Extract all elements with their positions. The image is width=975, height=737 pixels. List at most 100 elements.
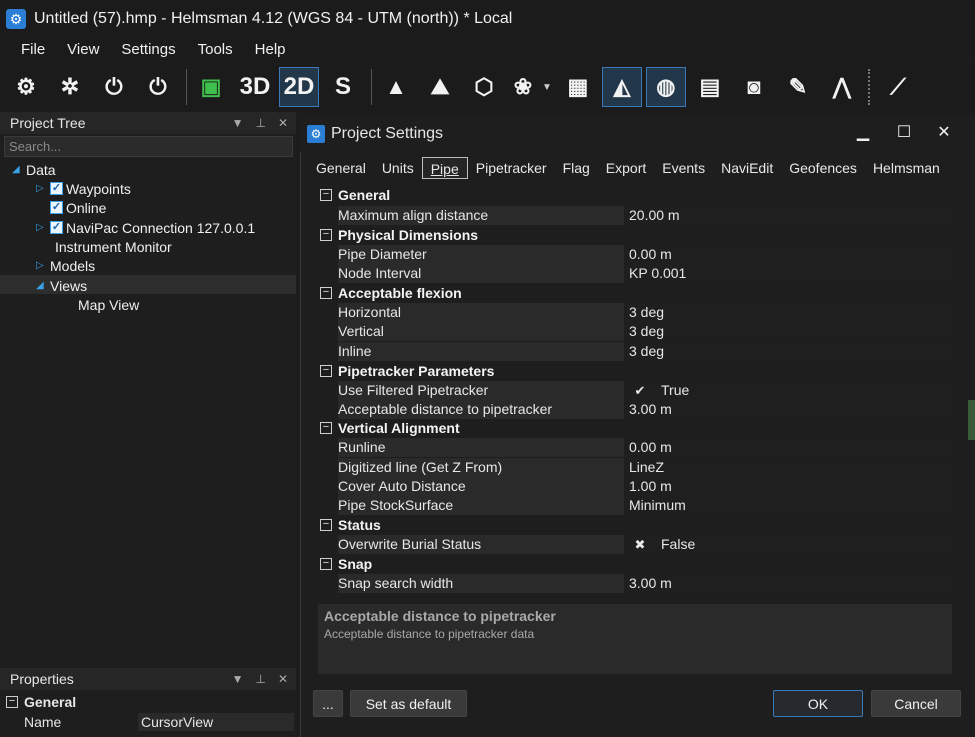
menu-help[interactable]: Help (244, 41, 297, 58)
save-icon[interactable]: ▣ (191, 67, 231, 107)
category-acceptable-flexion[interactable]: − Acceptable flexion (316, 283, 953, 302)
map-icon[interactable]: ▤ (690, 67, 730, 107)
menu-settings[interactable]: Settings (110, 41, 186, 58)
menu-file[interactable]: File (0, 41, 56, 58)
power-gear-icon[interactable]: ⏻ (94, 67, 134, 107)
tab-flag[interactable]: Flag (555, 157, 598, 179)
tab-general[interactable]: General (308, 157, 374, 179)
properties-category-general[interactable]: − General (6, 693, 76, 711)
north-arrow-icon[interactable]: ▲ (376, 67, 416, 107)
property-row[interactable]: Inline 3 deg (316, 342, 953, 361)
set-as-default-button[interactable]: Set as default (350, 690, 467, 717)
collapse-icon[interactable]: − (320, 188, 332, 201)
collapsed-arrow-icon[interactable]: ▷ (36, 183, 50, 194)
category-snap[interactable]: − Snap (316, 554, 953, 573)
menu-tools[interactable]: Tools (187, 41, 244, 58)
property-row[interactable]: Node Interval KP 0.001 (316, 264, 953, 283)
minimize-button[interactable]: ▁ (843, 116, 883, 148)
view-s-button[interactable]: S (323, 67, 363, 107)
dropdown-arrow-icon[interactable]: ▼ (542, 82, 552, 93)
settings-gear-icon[interactable]: ⚙ (6, 67, 46, 107)
pin-icon[interactable]: ⊥ (255, 116, 265, 130)
tree-node-data[interactable]: ◢ Data (12, 160, 56, 179)
view-3d-button[interactable]: 3D (235, 67, 275, 107)
search-input[interactable]: Search... (4, 136, 293, 157)
tree-node-views[interactable]: ◢ Views (36, 276, 87, 295)
tree-node-instrument-monitor[interactable]: Instrument Monitor (55, 237, 172, 256)
tree-node-navipac[interactable]: ▷ ✓ NaviPac Connection 127.0.0.1 (36, 218, 255, 237)
tab-units[interactable]: Units (374, 157, 422, 179)
close-icon[interactable]: ✕ (278, 672, 288, 686)
description-panel: Acceptable distance to pipetracker Accep… (318, 604, 952, 674)
close-button[interactable]: ✕ (924, 116, 964, 148)
property-row[interactable]: Runline 0.00 m (316, 438, 953, 457)
collapse-icon[interactable]: − (6, 696, 18, 708)
panel-menu-icon[interactable]: ▼ (232, 672, 244, 686)
collapse-icon[interactable]: − (320, 364, 332, 377)
tab-pipetracker[interactable]: Pipetracker (468, 157, 555, 179)
collapse-icon[interactable]: − (320, 518, 332, 531)
collapse-icon[interactable]: − (320, 228, 332, 241)
checkbox-checked[interactable]: ✓ (50, 182, 63, 195)
gear-plus-icon[interactable]: ✲ (50, 67, 90, 107)
tree-node-map-view[interactable]: Map View (78, 295, 139, 314)
category-vertical-alignment[interactable]: − Vertical Alignment (316, 418, 953, 437)
tab-pipe[interactable]: Pipe (421, 157, 468, 179)
property-name-value[interactable]: CursorView (138, 713, 294, 731)
property-row[interactable]: Overwrite Burial Status ✖ False (316, 535, 953, 554)
collapse-icon[interactable]: − (320, 421, 332, 434)
expanded-arrow-icon[interactable]: ◢ (12, 164, 26, 175)
more-button[interactable]: ... (313, 690, 343, 717)
compass-icon[interactable]: ⋀ (822, 67, 862, 107)
expanded-arrow-icon[interactable]: ◢ (36, 280, 50, 291)
property-row[interactable]: Pipe Diameter 0.00 m (316, 245, 953, 264)
property-row[interactable]: Use Filtered Pipetracker ✔ True (316, 381, 953, 400)
property-row[interactable]: Horizontal 3 deg (316, 303, 953, 322)
map-shape-icon[interactable]: ◭ (601, 67, 642, 107)
collapse-icon[interactable]: − (320, 557, 332, 570)
grid-icon[interactable]: ▦ (558, 67, 598, 107)
ruler-icon[interactable]: ✎ (778, 67, 818, 107)
checkbox-checked[interactable]: ✓ (50, 221, 63, 234)
category-physical-dimensions[interactable]: − Physical Dimensions (316, 225, 953, 244)
properties-header: Properties ▼ ⊥ ✕ (0, 668, 296, 690)
tab-geofences[interactable]: Geofences (781, 157, 865, 179)
property-row[interactable]: Acceptable distance to pipetracker 3.00 m (316, 400, 953, 419)
maximize-button[interactable]: ☐ (884, 116, 924, 148)
category-status[interactable]: − Status (316, 515, 953, 534)
circles-icon[interactable]: ❀ (508, 67, 538, 107)
tree-node-waypoints[interactable]: ▷ ✓ Waypoints (36, 179, 131, 198)
cube-icon[interactable]: ⬡ (464, 67, 504, 107)
power-icon[interactable]: ⏻ (138, 67, 178, 107)
tab-export[interactable]: Export (598, 157, 654, 179)
panel-menu-icon[interactable]: ▼ (232, 116, 244, 130)
tab-helmsman[interactable]: Helmsman (865, 157, 948, 179)
line-tool-icon[interactable]: ⟋ (878, 67, 918, 107)
cancel-button[interactable]: Cancel (871, 690, 961, 717)
pin-icon[interactable]: ⊥ (255, 672, 265, 686)
property-row[interactable]: Digitized line (Get Z From) LineZ (316, 458, 953, 477)
tree-node-models[interactable]: ▷ Models (36, 256, 95, 275)
collapsed-arrow-icon[interactable]: ▷ (36, 260, 50, 271)
checkbox-checked[interactable]: ✓ (50, 201, 63, 214)
terrain-icon[interactable]: ⛰ (420, 67, 460, 107)
category-general[interactable]: − General (316, 185, 953, 204)
ok-button[interactable]: OK (773, 690, 863, 717)
globe-icon[interactable]: ◍ (645, 67, 686, 107)
property-row[interactable]: Maximum align distance 20.00 m (316, 206, 953, 225)
camera-icon[interactable]: ◙ (734, 67, 774, 107)
property-row[interactable]: Pipe StockSurface Minimum (316, 496, 953, 515)
view-2d-button[interactable]: 2D (279, 67, 319, 107)
property-row[interactable]: Snap search width 3.00 m (316, 574, 953, 593)
property-row[interactable]: Cover Auto Distance 1.00 m (316, 477, 953, 496)
toolbar-separator (186, 69, 187, 105)
collapsed-arrow-icon[interactable]: ▷ (36, 222, 50, 233)
tab-events[interactable]: Events (654, 157, 713, 179)
collapse-icon[interactable]: − (320, 286, 332, 299)
property-row[interactable]: Vertical 3 deg (316, 322, 953, 341)
category-pipetracker-parameters[interactable]: − Pipetracker Parameters (316, 361, 953, 380)
menu-view[interactable]: View (56, 41, 110, 58)
tab-naviedit[interactable]: NaviEdit (713, 157, 781, 179)
tree-node-online[interactable]: ✓ Online (50, 198, 106, 217)
close-icon[interactable]: ✕ (278, 116, 288, 130)
